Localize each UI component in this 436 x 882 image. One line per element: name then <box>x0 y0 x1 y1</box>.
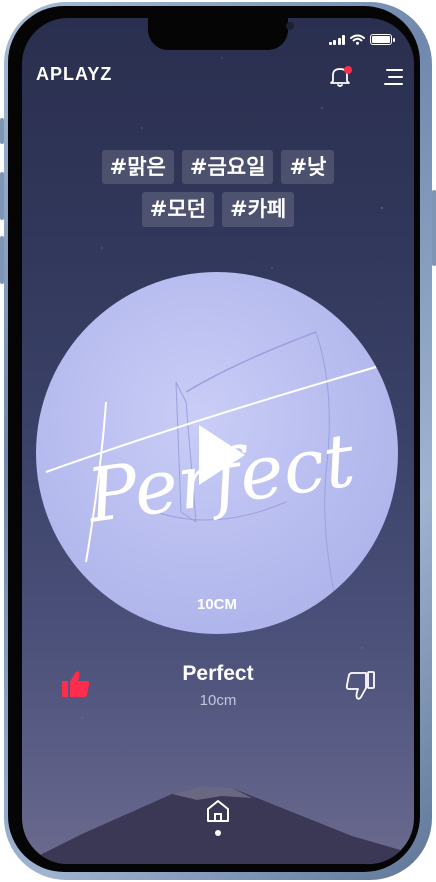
page-indicator-dot <box>215 830 221 836</box>
cellular-signal-icon <box>328 34 345 45</box>
app-screen: APLAYZ #맑은 #금요일 #낮 #모던 #카페 Perfect 10CM <box>22 18 414 864</box>
thumbs-down-icon[interactable] <box>342 668 376 702</box>
hamburger-menu-icon[interactable] <box>383 68 403 86</box>
notification-badge <box>344 66 352 74</box>
silent-switch <box>0 118 4 144</box>
tag-chip[interactable]: #카페 <box>222 192 295 227</box>
tag-chip[interactable]: #금요일 <box>181 150 274 185</box>
play-icon[interactable] <box>197 423 247 487</box>
tag-chip[interactable]: #맑은 <box>101 150 174 185</box>
status-bar <box>328 34 395 45</box>
battery-icon <box>370 34 395 45</box>
volume-up-button <box>0 172 4 220</box>
wifi-icon <box>350 34 365 45</box>
volume-down-button <box>0 236 4 284</box>
notch <box>148 18 294 50</box>
app-logo: APLAYZ <box>36 64 113 84</box>
front-camera <box>286 22 294 30</box>
power-button <box>432 190 436 266</box>
album-cover-artist: 10CM <box>196 596 237 613</box>
mood-tags: #맑은 #금요일 #낮 #모던 #카페 <box>22 150 414 227</box>
tag-chip[interactable]: #모던 <box>141 192 214 227</box>
tag-chip[interactable]: #낮 <box>281 150 335 185</box>
home-icon[interactable] <box>205 798 231 824</box>
